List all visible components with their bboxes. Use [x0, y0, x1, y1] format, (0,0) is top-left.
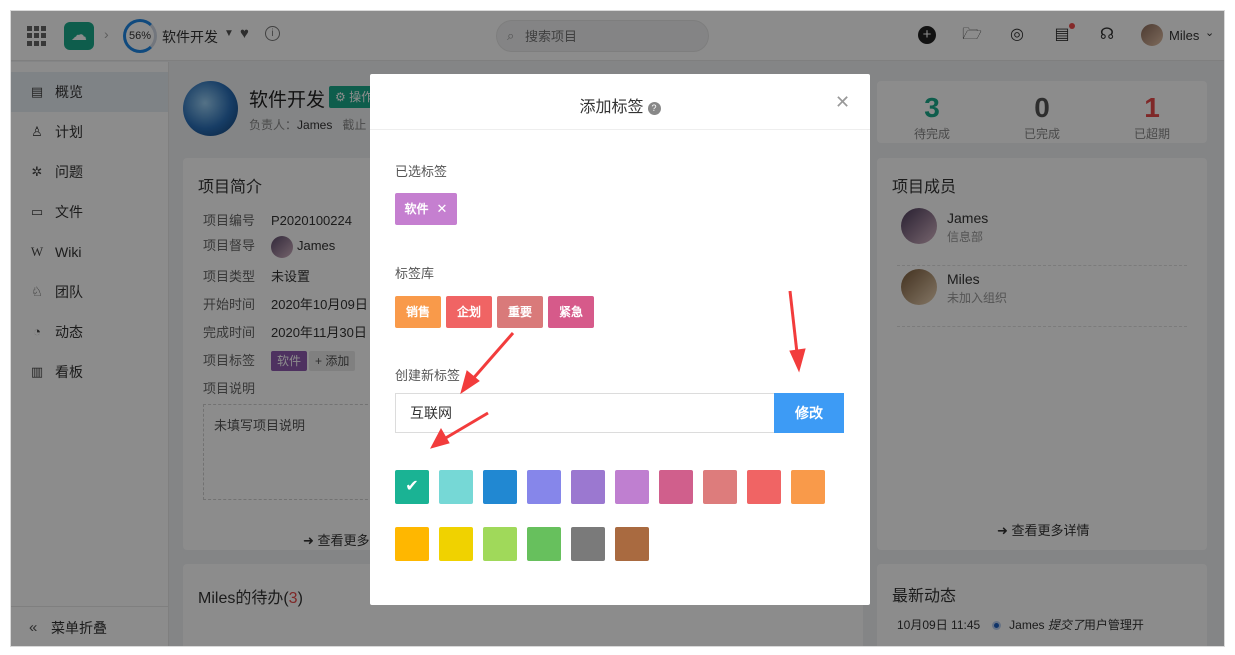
color-swatch[interactable]: [791, 470, 825, 504]
color-swatch[interactable]: [439, 527, 473, 561]
add-tag-dialog: 添加标签? ✕ 已选标签 软件✕ 标签库 销售 企划 重要 紧急 创建新标签 修…: [370, 74, 870, 605]
create-tag-label: 创建新标签: [395, 368, 461, 383]
color-swatch[interactable]: [527, 527, 561, 561]
color-swatch[interactable]: ✔: [395, 470, 429, 504]
color-swatch[interactable]: [615, 527, 649, 561]
color-swatch[interactable]: [747, 470, 781, 504]
app-window: ☁ › 56% 软件开发 ▼ ♥ i ⌕ + 🗁 ◎ ▤ ☊ Miles ⌄ ▤…: [10, 10, 1225, 647]
dialog-title: 添加标签?: [370, 93, 870, 117]
color-swatch[interactable]: [483, 470, 517, 504]
help-icon[interactable]: ?: [647, 102, 661, 115]
color-swatch[interactable]: [527, 470, 561, 504]
library-tag-sales[interactable]: 销售: [395, 296, 441, 328]
modify-button[interactable]: 修改: [774, 393, 844, 433]
tag-library-label: 标签库: [395, 266, 435, 281]
selected-tags-label: 已选标签: [395, 164, 448, 179]
selected-tag-chip[interactable]: 软件 ✕: [395, 193, 457, 225]
remove-tag-icon[interactable]: ✕: [437, 201, 448, 216]
library-tag-planning[interactable]: 企划: [446, 296, 492, 328]
color-swatch[interactable]: [615, 470, 649, 504]
color-swatch[interactable]: [439, 470, 473, 504]
color-swatch[interactable]: [571, 527, 605, 561]
library-tag-urgent[interactable]: 紧急: [548, 296, 594, 328]
new-tag-input[interactable]: [395, 393, 774, 433]
color-swatch[interactable]: [659, 470, 693, 504]
check-icon: ✔: [405, 478, 419, 495]
divider: [370, 129, 870, 130]
color-swatch[interactable]: [483, 527, 517, 561]
color-swatch[interactable]: [395, 527, 429, 561]
library-tag-important[interactable]: 重要: [497, 296, 543, 328]
close-icon[interactable]: ✕: [835, 92, 850, 113]
color-swatch[interactable]: [571, 470, 605, 504]
color-swatch[interactable]: [703, 470, 737, 504]
